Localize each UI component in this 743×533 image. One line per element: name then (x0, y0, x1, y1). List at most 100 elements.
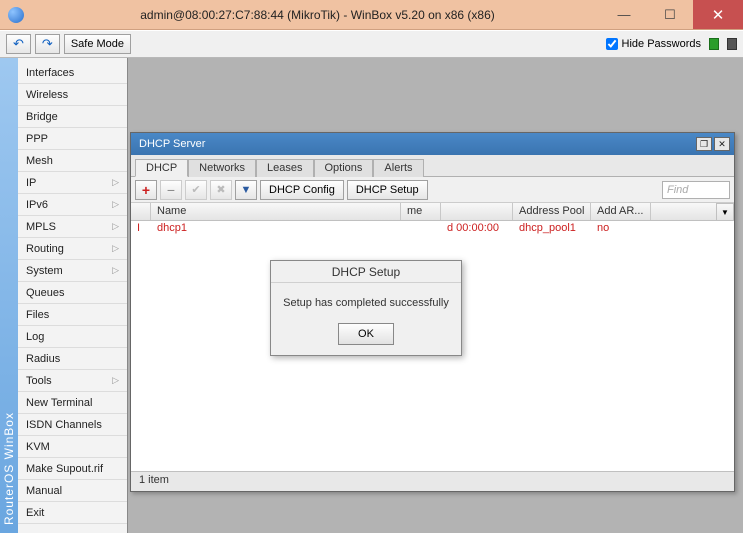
window-titlebar: admin@08:00:27:C7:88:44 (MikroTik) - Win… (0, 0, 743, 30)
table-row[interactable]: Idhcp1d 00:00:00dhcp_pool1no (131, 221, 734, 238)
sidebar: RouterOS WinBox Interfaces Wireless Bridge… (0, 58, 128, 533)
sidebar-item-log[interactable]: Log (18, 326, 127, 348)
dialog-ok-button[interactable]: OK (338, 323, 394, 345)
column-header[interactable]: me (401, 203, 441, 220)
chevron-right-icon: ▷ (112, 199, 119, 210)
tab-alerts[interactable]: Alerts (373, 159, 423, 177)
sidebar-item-label: Interfaces (26, 67, 74, 79)
sidebar-item-tools[interactable]: Tools ▷ (18, 370, 127, 392)
sidebar-item-mesh[interactable]: Mesh (18, 150, 127, 172)
sidebar-item-label: PPP (26, 133, 48, 145)
sidebar-item-kvm[interactable]: KVM (18, 436, 127, 458)
dhcp-setup-button[interactable]: DHCP Setup (347, 180, 428, 200)
sidebar-item-system[interactable]: System▷ (18, 260, 127, 282)
sidebar-item-wireless[interactable]: Wireless (18, 84, 127, 106)
sidebar-item-bridge[interactable]: Bridge (18, 106, 127, 128)
disable-button[interactable]: ✖ (210, 180, 232, 200)
sidebar-item-label: Routing (26, 243, 64, 255)
sidebar-menu: InterfacesWirelessBridgePPPMeshIP▷IPv6▷M… (18, 58, 127, 533)
cross-icon: ✖ (216, 183, 225, 196)
sidebar-item-label: MPLS (26, 221, 56, 233)
enable-button[interactable]: ✔ (185, 180, 207, 200)
find-input[interactable]: Find (662, 181, 730, 199)
main-area: RouterOS WinBox Interfaces Wireless Bridge… (0, 58, 743, 533)
sidebar-item-manual[interactable]: Manual (18, 480, 127, 502)
chevron-right-icon: ▷ (112, 177, 119, 188)
redo-button[interactable]: ↷ (35, 34, 60, 54)
sidebar-item-ipv6[interactable]: IPv6 ▷ (18, 194, 127, 216)
hide-passwords-label: Hide Passwords (622, 38, 701, 50)
sidebar-item-label: Manual (26, 485, 62, 497)
sidebar-item-ip[interactable]: IP▷ (18, 172, 127, 194)
column-header[interactable]: Address Pool (513, 203, 591, 220)
sidebar-item-label: IPv6 (26, 199, 48, 211)
sidebar-item-isdn-channels[interactable]: ISDN Channels (18, 414, 127, 436)
sidebar-item-label: Log (26, 331, 44, 343)
sidebar-item-label: Files (26, 309, 49, 321)
secure-indicator-icon (709, 38, 719, 50)
hide-passwords-toggle[interactable]: Hide Passwords (606, 38, 701, 50)
sidebar-item-label: New Terminal (26, 397, 92, 409)
minus-icon: − (167, 182, 175, 198)
check-icon: ✔ (191, 183, 200, 196)
plus-icon: + (142, 182, 150, 198)
remove-button[interactable]: − (160, 180, 182, 200)
sidebar-item-interfaces[interactable]: Interfaces (18, 62, 127, 84)
hide-passwords-checkbox[interactable] (606, 38, 618, 50)
sidebar-item-label: Radius (26, 353, 60, 365)
sidebar-item-exit[interactable]: Exit (18, 502, 127, 524)
sidebar-item-radius[interactable]: Radius (18, 348, 127, 370)
lock-icon (727, 38, 737, 50)
cell: dhcp_pool1 (513, 221, 591, 238)
add-button[interactable]: + (135, 180, 157, 200)
window-title: admin@08:00:27:C7:88:44 (MikroTik) - Win… (34, 8, 601, 22)
sidebar-item-label: Bridge (26, 111, 58, 123)
tab-options[interactable]: Options (314, 159, 374, 177)
dhcp-statusbar: 1 item (131, 471, 734, 491)
sidebar-item-queues[interactable]: Queues (18, 282, 127, 304)
column-header[interactable]: Name (151, 203, 401, 220)
dhcp-tabs: DHCPNetworksLeasesOptionsAlerts (131, 155, 734, 177)
dhcp-window-close-button[interactable]: ✕ (714, 137, 730, 151)
chevron-right-icon: ▷ (112, 375, 119, 386)
sidebar-item-new-terminal[interactable]: New Terminal (18, 392, 127, 414)
sidebar-item-routing[interactable]: Routing▷ (18, 238, 127, 260)
sidebar-item-mpls[interactable]: MPLS ▷ (18, 216, 127, 238)
grid-header: Nameme Address PoolAdd AR... (131, 203, 734, 221)
maximize-button[interactable]: ☐ (647, 0, 693, 29)
sidebar-item-label: Tools (26, 375, 52, 387)
cell (401, 221, 441, 238)
sidebar-item-label: Queues (26, 287, 65, 299)
safe-mode-button[interactable]: Safe Mode (64, 34, 131, 54)
main-toolbar: ↶ ↷ Safe Mode Hide Passwords (0, 30, 743, 58)
tab-leases[interactable]: Leases (256, 159, 313, 177)
cell: d 00:00:00 (441, 221, 513, 238)
dhcp-toolbar: + − ✔ ✖ ▼ DHCP Config DHCP Setup Find (131, 177, 734, 203)
sidebar-brand: RouterOS WinBox (0, 58, 18, 533)
funnel-icon: ▼ (241, 184, 252, 196)
tab-dhcp[interactable]: DHCP (135, 159, 188, 177)
dialog-title: DHCP Setup (271, 261, 461, 283)
redo-icon: ↷ (42, 36, 53, 52)
sidebar-item-files[interactable]: Files (18, 304, 127, 326)
sidebar-item-label: ISDN Channels (26, 419, 102, 431)
dhcp-window-title: DHCP Server (139, 138, 694, 150)
columns-dropdown-button[interactable]: ▼ (716, 203, 734, 221)
sidebar-item-ppp[interactable]: PPP (18, 128, 127, 150)
minimize-button[interactable]: — (601, 0, 647, 29)
dhcp-window-titlebar[interactable]: DHCP Server ❐ ✕ (131, 133, 734, 155)
chevron-right-icon: ▷ (112, 221, 119, 232)
dhcp-window-restore-button[interactable]: ❐ (696, 137, 712, 151)
cell: I (131, 221, 151, 238)
sidebar-item-label: Exit (26, 507, 44, 519)
undo-button[interactable]: ↶ (6, 34, 31, 54)
cell: no (591, 221, 651, 238)
column-header[interactable]: Add AR... (591, 203, 651, 220)
close-button[interactable]: ✕ (693, 0, 743, 29)
column-header[interactable] (131, 203, 151, 220)
tab-networks[interactable]: Networks (188, 159, 256, 177)
filter-button[interactable]: ▼ (235, 180, 257, 200)
column-header[interactable] (441, 203, 513, 220)
dhcp-config-button[interactable]: DHCP Config (260, 180, 344, 200)
sidebar-item-make-supout-rif[interactable]: Make Supout.rif (18, 458, 127, 480)
